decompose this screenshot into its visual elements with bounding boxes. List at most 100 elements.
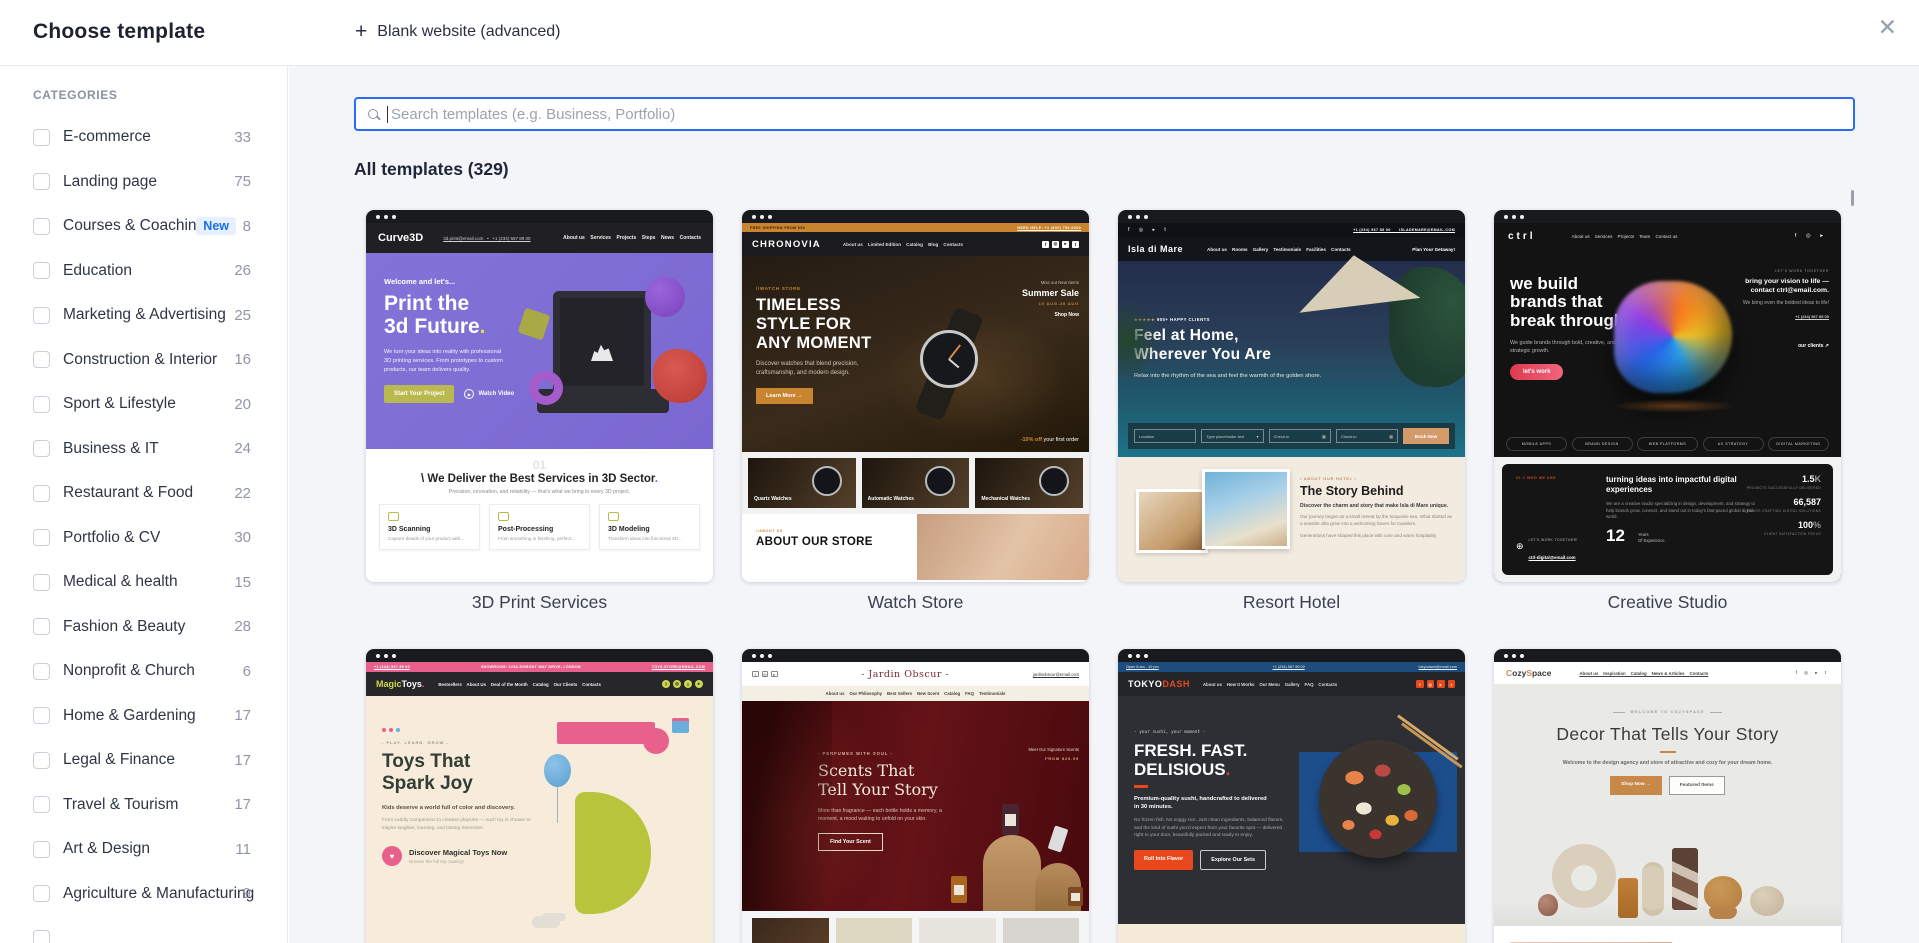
dot-shape: [396, 728, 400, 732]
youtube-icon: ▸: [695, 680, 703, 688]
perfume-bottle-shape: [1002, 804, 1019, 835]
checkbox[interactable]: [33, 440, 50, 458]
site-navbar: TOKYODASH About us How It Works Our Menu…: [1118, 672, 1465, 696]
text-caret: [387, 105, 388, 123]
perfume-bottle-shape: [1068, 887, 1083, 906]
featured-items-button: Featured Items: [1668, 776, 1725, 795]
checkbox[interactable]: [33, 662, 50, 680]
checkin-field: Check-in ▦: [1268, 429, 1331, 443]
template-name: Resort Hotel: [1242, 592, 1341, 612]
checkbox[interactable]: [33, 840, 50, 858]
scanning-icon: [388, 512, 399, 521]
feature-box: Post-Processing From smoothing to finishi…: [489, 504, 590, 550]
template-card-watch-store[interactable]: FREE SHIPPING FROM $50 NEED HELP: +1 (800…: [742, 210, 1089, 649]
checkbox[interactable]: [33, 173, 50, 191]
checkbox[interactable]: [33, 395, 50, 413]
template-card-magictoys[interactable]: +1 (234) 567 89 00 SHOWROOM: 123A EGMONT…: [366, 649, 713, 943]
category-agriculture-manufacturing[interactable]: Agriculture & Manufacturing 9: [33, 872, 287, 917]
scrollbar-thumb[interactable]: [1851, 190, 1854, 206]
category-sport-lifestyle[interactable]: Sport & Lifestyle 20: [33, 382, 287, 427]
instagram-icon: ◎: [761, 670, 768, 678]
sphere-shape: [645, 277, 685, 317]
search-box[interactable]: [354, 97, 1855, 131]
site-navbar: Isla di Mare About us Rooms Gallery Test…: [1118, 237, 1465, 261]
category-fashion-beauty[interactable]: Fashion & Beauty 28: [33, 605, 287, 650]
category-legal-finance[interactable]: Legal & Finance 17: [33, 738, 287, 783]
twitter-icon: t: [684, 680, 692, 688]
template-card-resort-hotel[interactable]: f ◎ ▸ t +1 (234) 567 89 00 ISLADEMARE@EM…: [1118, 210, 1465, 649]
blank-website-button[interactable]: + Blank website (advanced): [355, 21, 560, 43]
globe-icon: ⊕: [1516, 540, 1524, 551]
site-topbar: Open 8 am - 10 pm +1 (234) 567 89 00 tok…: [1118, 662, 1465, 672]
checkbox[interactable]: [33, 529, 50, 547]
category-marketing-advertising[interactable]: Marketing & Advertising 25: [33, 293, 287, 338]
category-ecommerce[interactable]: E-commerce 33: [33, 115, 287, 160]
youtube-icon: ▸: [1062, 240, 1069, 248]
template-card-creative-studio[interactable]: ctrl About us Services Projects Team Con…: [1494, 210, 1841, 649]
portrait-shade: [742, 701, 832, 911]
product-tile: [835, 918, 912, 943]
checkbox[interactable]: [33, 929, 50, 943]
category-courses-coaching[interactable]: Courses & Coaching New 8: [33, 204, 287, 249]
category-construction-interior[interactable]: Construction & Interior 16: [33, 338, 287, 383]
checkbox[interactable]: [33, 217, 50, 235]
window-dot-icon: [392, 653, 396, 658]
category-landing-page[interactable]: Landing page 75: [33, 160, 287, 205]
spiky-shape: [653, 349, 707, 403]
window-dot-icon: [1128, 653, 1132, 658]
youtube-icon: ▸: [1437, 680, 1445, 688]
search-input[interactable]: [391, 105, 1841, 123]
category-business-it[interactable]: Business & IT 24: [33, 427, 287, 472]
watch-shape: [920, 330, 978, 388]
window-dot-icon: [384, 653, 388, 658]
category-portfolio-cv[interactable]: Portfolio & CV 30: [33, 516, 287, 561]
feature-box: 3D Scanning Capture details of your produ…: [379, 504, 480, 550]
page-title: Choose template: [33, 20, 206, 43]
checkbox[interactable]: [33, 262, 50, 280]
site-topbar: FREE SHIPPING FROM $50 NEED HELP: +1 (800…: [742, 223, 1089, 232]
category-home-gardening[interactable]: Home & Gardening 17: [33, 694, 287, 739]
category-medical-health[interactable]: Medical & health 15: [33, 560, 287, 605]
checkbox[interactable]: [33, 573, 50, 591]
checkbox[interactable]: [33, 484, 50, 502]
category-nonprofit-church[interactable]: Nonprofit & Church 6: [33, 649, 287, 694]
instagram-icon: ◎: [1426, 680, 1434, 688]
checkbox[interactable]: [33, 885, 50, 903]
window-dot-icon: [760, 653, 764, 658]
site-about-section: - about us - MODERN TASTE We're not just…: [1118, 924, 1465, 943]
template-preview: f ◎ ▸ - Jardin Obscur - jardinobscur@email…: [742, 649, 1089, 943]
all-templates-heading: All templates (329): [354, 159, 509, 179]
window-dot-icon: [752, 653, 756, 658]
cloud-shape: [532, 916, 560, 928]
checkbox[interactable]: [33, 796, 50, 814]
template-preview: +1 (234) 567 89 00 SHOWROOM: 123A EGMONT…: [366, 649, 713, 943]
template-card-jardin-obscur[interactable]: f ◎ ▸ - Jardin Obscur - jardinobscur@email…: [742, 649, 1089, 943]
checkbox[interactable]: [33, 618, 50, 636]
checkbox[interactable]: [33, 751, 50, 769]
donut-vase-shape: [1552, 844, 1616, 908]
window-dot-icon: [392, 214, 396, 219]
category-restaurant-food[interactable]: Restaurant & Food 22: [33, 471, 287, 516]
calendar-icon: ▦: [1389, 433, 1393, 439]
category-travel-tourism[interactable]: Travel & Tourism 17: [33, 783, 287, 828]
twitter-icon: t: [1447, 680, 1455, 688]
category-art-design[interactable]: Art & Design 11: [33, 827, 287, 872]
checkbox[interactable]: [33, 128, 50, 146]
shop-now-button: Shop Now →: [1610, 776, 1662, 795]
facebook-icon: f: [752, 670, 759, 678]
checkbox[interactable]: [33, 306, 50, 324]
site-category-tiles: Quartz Watches Automatic Watches Mechani…: [742, 452, 1089, 514]
category-partial-row[interactable]: [33, 916, 287, 943]
category-education[interactable]: Education 26: [33, 249, 287, 294]
checkbox[interactable]: [33, 351, 50, 369]
printer-shape: [553, 291, 651, 393]
template-card-3d-print-services[interactable]: Curve3D 3d.print@email.com • +1 (234) 56…: [366, 210, 713, 649]
site-services-section: 01 \ We Deliver the Best Services in 3D …: [366, 449, 713, 582]
window-dot-icon: [760, 214, 764, 219]
template-card-tokyodash[interactable]: Open 8 am - 10 pm +1 (234) 567 89 00 tok…: [1118, 649, 1465, 943]
sushi-platter-shape: [1319, 740, 1437, 858]
close-icon[interactable]: ✕: [1878, 14, 1897, 41]
checkbox[interactable]: [33, 707, 50, 725]
template-card-cozyspace[interactable]: CozySpace About us Inspiration Catalog N…: [1494, 649, 1841, 943]
site-navbar: MagicToys. Bestsellers About Us Deal of …: [366, 672, 713, 696]
